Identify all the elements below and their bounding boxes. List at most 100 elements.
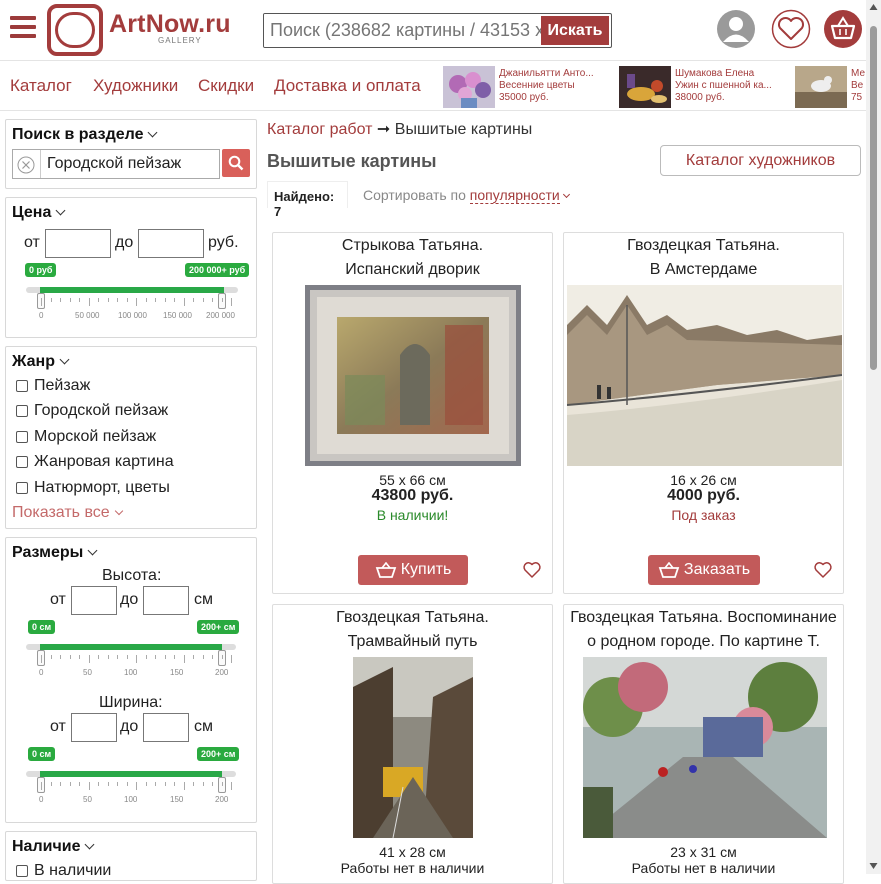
tick-mark (117, 298, 118, 302)
search-input[interactable] (264, 14, 544, 47)
sort-control[interactable]: Сортировать по популярности (363, 187, 570, 204)
nav-discounts[interactable]: Скидки (198, 76, 254, 96)
promo-title: Весенние цветы (499, 80, 575, 91)
product-card[interactable]: Гвоздецкая Татьяна. В Амстердаме 16 x 26… (563, 232, 844, 594)
tick-mark (183, 782, 185, 790)
buy-button[interactable]: Купить (358, 555, 468, 585)
section-search-button[interactable] (222, 149, 250, 177)
card-artist[interactable]: Гвоздецкая Татьяна. (564, 233, 843, 258)
height-max-input[interactable] (143, 586, 189, 615)
genre-filter-panel: Жанр Пейзаж Городской пейзаж Морской пей… (5, 346, 257, 529)
card-size: 41 x 28 см (379, 844, 446, 860)
logo-text[interactable]: ArtNow.ru (109, 10, 231, 39)
tick-mark (69, 782, 71, 786)
order-button[interactable]: Заказать (648, 555, 760, 585)
genre-checkbox-seascape[interactable]: Морской пейзаж (16, 428, 156, 446)
card-artist[interactable]: Стрыкова Татьяна. (273, 233, 552, 258)
price-min-input[interactable] (45, 229, 111, 258)
card-title[interactable]: В Амстердаме (564, 257, 843, 282)
promo-item[interactable]: Джанильятти Анто... Весенние цветы 35000… (443, 66, 613, 108)
genre-filter-title[interactable]: Жанр (12, 353, 70, 371)
chevron-down-icon (87, 545, 98, 556)
size-filter-title[interactable]: Размеры (12, 544, 98, 562)
genre-checkbox-still-life[interactable]: Натюрморт, цветы (16, 479, 170, 497)
card-title[interactable]: о родном городе. По картине Т. (564, 629, 843, 654)
height-min-input[interactable] (71, 586, 117, 615)
card-artist[interactable]: Гвоздецкая Татьяна. Воспоминание (564, 605, 843, 630)
sort-label: Сортировать по (363, 187, 466, 203)
price-max-input[interactable] (138, 229, 204, 258)
tick-mark (145, 298, 147, 302)
card-image[interactable] (583, 657, 827, 838)
height-range-slider[interactable] (26, 644, 236, 650)
breadcrumb-catalog-link[interactable]: Каталог работ (267, 121, 372, 138)
menu-icon[interactable] (10, 16, 36, 38)
width-min-input[interactable] (71, 713, 117, 742)
price-range-slider[interactable] (26, 287, 238, 293)
page-scrollbar[interactable] (866, 0, 881, 874)
logo-icon[interactable] (47, 4, 103, 56)
section-search-title[interactable]: Поиск в разделе (12, 126, 158, 144)
tick-mark (136, 782, 137, 790)
price-filter-title[interactable]: Цена (12, 204, 66, 222)
product-card[interactable]: Гвоздецкая Татьяна. Воспоминание о родно… (563, 604, 844, 884)
cart-icon (658, 562, 680, 578)
genre-checkbox-genre-painting[interactable]: Жанровая картина (16, 453, 174, 471)
search-icon (228, 155, 244, 171)
genre-checkbox-landscape[interactable]: Пейзаж (16, 377, 90, 395)
scrollbar-thumb[interactable] (870, 26, 877, 370)
price-max-badge: 200 000+ руб (185, 263, 250, 277)
card-availability: Под заказ (671, 507, 736, 523)
product-card[interactable]: Стрыкова Татьяна. Испанский дворик 55 x … (272, 232, 553, 594)
tick-mark (231, 655, 232, 663)
clear-icon[interactable] (17, 156, 35, 174)
genre-filter-label: Жанр (12, 353, 55, 370)
tick-mark (41, 782, 42, 790)
scroll-down-icon[interactable] (869, 862, 878, 870)
genre-checkbox-cityscape[interactable]: Городской пейзаж (16, 402, 168, 420)
heart-icon[interactable] (523, 561, 541, 579)
tick-mark (50, 298, 52, 302)
width-range-slider[interactable] (26, 771, 236, 777)
card-title[interactable]: Испанский дворик (273, 257, 552, 282)
genre-show-all-link[interactable]: Показать все (12, 504, 123, 522)
logo-subtitle: GALLERY (158, 36, 202, 45)
tick-mark (136, 655, 137, 663)
card-image[interactable] (305, 285, 521, 466)
tick-mark (202, 655, 204, 659)
card-image[interactable] (353, 657, 473, 838)
cart-icon (375, 562, 396, 578)
promo-item[interactable]: Шумакова Елена Ужин с пшенной ка... 3800… (619, 66, 789, 108)
nav-artists[interactable]: Художники (93, 76, 178, 96)
card-artist[interactable]: Гвоздецкая Татьяна. (273, 605, 552, 630)
nav-delivery[interactable]: Доставка и оплата (274, 76, 421, 96)
page-title: Вышитые картины (267, 151, 437, 171)
sort-value[interactable]: популярности (469, 187, 560, 204)
favorites-icon[interactable] (771, 9, 811, 49)
tick-mark (126, 298, 128, 302)
cart-icon[interactable] (823, 9, 863, 49)
width-tick-label: 150 (170, 795, 184, 804)
width-max-input[interactable] (143, 713, 189, 742)
tick-mark (193, 782, 194, 786)
card-title[interactable]: Трамвайный путь (273, 629, 552, 654)
product-card[interactable]: Гвоздецкая Татьяна. Трамвайный путь 41 x… (272, 604, 553, 884)
promo-thumbnail (619, 66, 671, 108)
heart-icon[interactable] (814, 561, 832, 579)
user-icon[interactable] (716, 9, 756, 49)
nav-catalog[interactable]: Каталог (10, 76, 72, 96)
search-button[interactable]: Искать (541, 16, 609, 45)
card-image[interactable] (567, 285, 842, 466)
tick-mark (231, 298, 232, 306)
main-nav: Каталог Художники Скидки Доставка и опла… (0, 60, 866, 111)
availability-checkbox-in-stock[interactable]: В наличии (16, 862, 111, 880)
tick-mark (107, 655, 109, 659)
artists-catalog-button[interactable]: Каталог художников (660, 145, 861, 176)
promo-item[interactable]: Ме Ве 75 (795, 66, 866, 108)
width-range-fill (40, 771, 222, 777)
availability-filter-title[interactable]: Наличие (12, 838, 95, 856)
tick-mark (221, 655, 223, 659)
height-range-fill (40, 644, 222, 650)
scroll-up-icon[interactable] (869, 3, 878, 11)
section-search-input[interactable]: Городской пейзаж (47, 155, 181, 173)
